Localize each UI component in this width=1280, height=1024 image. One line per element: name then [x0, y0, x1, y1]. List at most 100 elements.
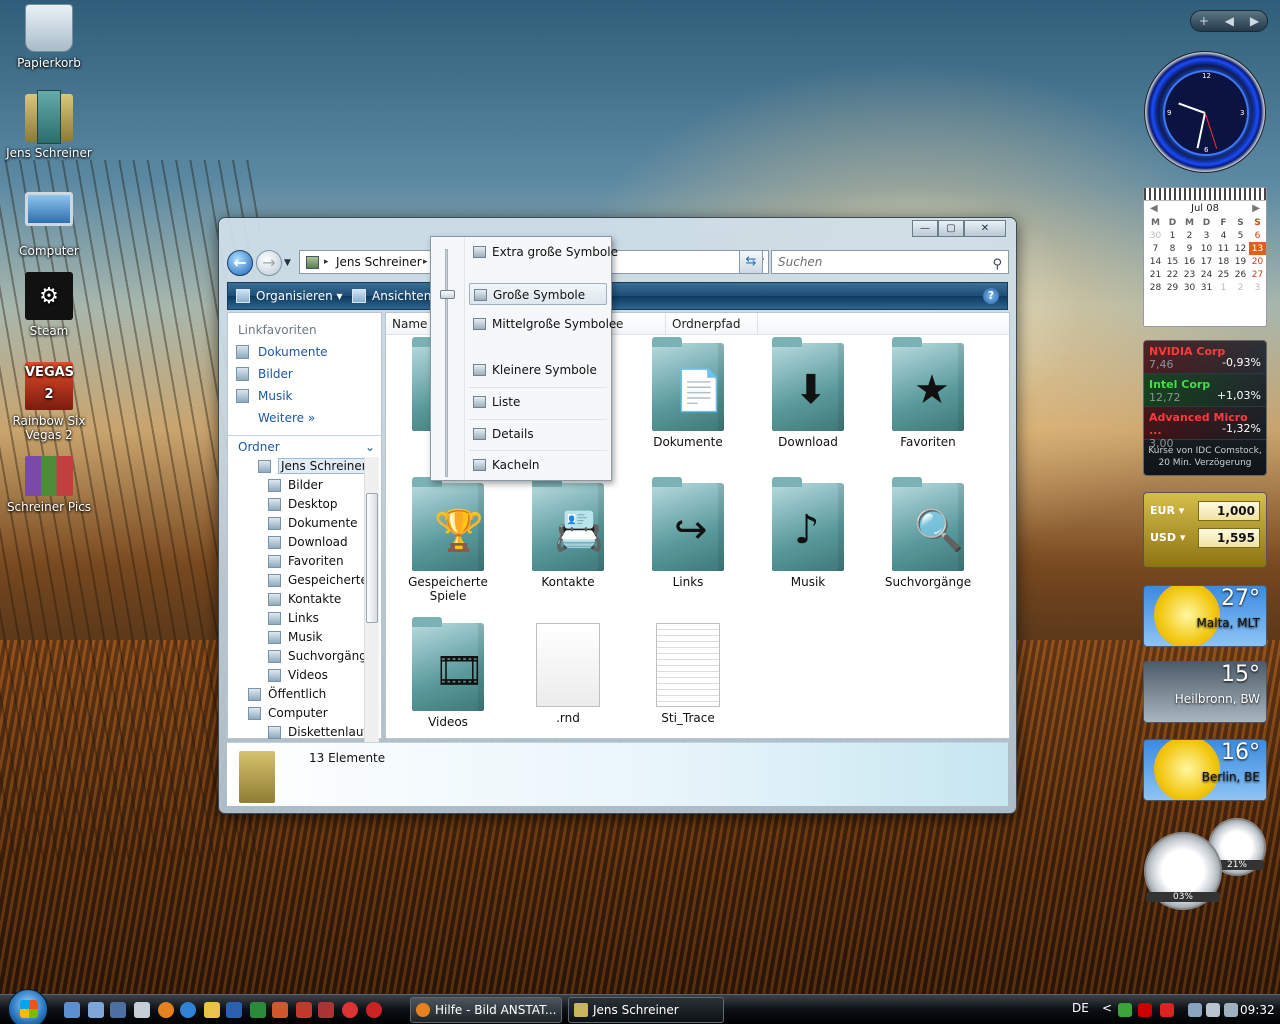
- stock-row[interactable]: NVIDIA Corp 7,46 -0,93%: [1144, 341, 1266, 374]
- calendar-day[interactable]: 19: [1232, 255, 1249, 268]
- calendar-next-button[interactable]: ▶: [1252, 201, 1260, 216]
- system-clock[interactable]: 09:32: [1240, 1003, 1275, 1017]
- tree-scrollbar[interactable]: [364, 457, 379, 747]
- currency-select[interactable]: EUR ▾: [1150, 504, 1184, 517]
- calendar-day[interactable]: 21: [1147, 268, 1164, 281]
- next-page-button[interactable]: ▶: [1250, 14, 1259, 28]
- currency-value[interactable]: 1,595: [1198, 528, 1260, 548]
- taskbar-button-help[interactable]: Hilfe - Bild ANSTAT...: [410, 997, 562, 1023]
- tree-item[interactable]: Suchvorgänge: [228, 647, 381, 666]
- favorite-link-documents[interactable]: Dokumente: [228, 341, 381, 363]
- calendar-day[interactable]: 9: [1181, 242, 1198, 255]
- menu-item-list[interactable]: Liste: [469, 391, 607, 413]
- switch-windows-icon[interactable]: [88, 1002, 104, 1018]
- calendar-day[interactable]: 26: [1232, 268, 1249, 281]
- tree-item[interactable]: Diskettenlaufw: [228, 723, 381, 742]
- calendar-day[interactable]: 10: [1198, 242, 1215, 255]
- weather-gadget-heilbronn[interactable]: 15° Heilbronn, BW: [1143, 661, 1267, 723]
- favorite-link-pictures[interactable]: Bilder: [228, 363, 381, 385]
- back-button[interactable]: ←: [227, 250, 253, 276]
- calendar-day[interactable]: 17: [1198, 255, 1215, 268]
- calendar-day[interactable]: 16: [1181, 255, 1198, 268]
- tree-item[interactable]: Links: [228, 609, 381, 628]
- calendar-day[interactable]: 31: [1198, 281, 1215, 294]
- file-item[interactable]: .rnd: [510, 623, 626, 725]
- internet-explorer-icon[interactable]: [180, 1002, 196, 1018]
- minimize-button[interactable]: —: [912, 220, 938, 237]
- maximize-button[interactable]: ▢: [938, 220, 964, 237]
- calendar-day[interactable]: 22: [1164, 268, 1181, 281]
- calendar-day[interactable]: 7: [1147, 242, 1164, 255]
- desktop-icon-computer[interactable]: Computer: [1, 184, 97, 258]
- calendar-day[interactable]: 24: [1198, 268, 1215, 281]
- calendar-day[interactable]: 1: [1164, 229, 1181, 242]
- stocks-gadget[interactable]: NVIDIA Corp 7,46 -0,93% Intel Corp 12,72 +1,0…: [1143, 340, 1267, 476]
- calendar-day[interactable]: 18: [1215, 255, 1232, 268]
- calendar-gadget[interactable]: ◀ Jul 08 ▶ M D M D F S S 30 1 2 3 4 5 6 7 8 9 10 11 12 13 14 1…: [1143, 187, 1267, 327]
- power-icon[interactable]: [1224, 1003, 1238, 1017]
- file-item[interactable]: 📇 Kontakte: [510, 477, 626, 589]
- calendar-day[interactable]: 29: [1164, 281, 1181, 294]
- menu-item-large-icons[interactable]: Große Symbole: [469, 283, 607, 305]
- clock-gadget[interactable]: 12 3 6 9: [1144, 51, 1266, 173]
- desktop-icon-rainbow-six[interactable]: VEGAS 2 Rainbow Six Vegas 2: [1, 362, 97, 442]
- file-item[interactable]: Sti_Trace: [630, 623, 746, 725]
- mail-icon[interactable]: [204, 1002, 220, 1018]
- view-size-slider[interactable]: [445, 249, 448, 477]
- powerpoint-icon[interactable]: [272, 1002, 288, 1018]
- computer-quicklaunch-icon[interactable]: [110, 1002, 126, 1018]
- breadcrumb-current[interactable]: Jens Schreiner: [336, 255, 422, 269]
- tree-item[interactable]: Videos: [228, 666, 381, 685]
- slider-thumb[interactable]: [440, 290, 455, 299]
- calendar-day[interactable]: 1: [1215, 281, 1232, 294]
- tree-item[interactable]: Kontakte: [228, 590, 381, 609]
- file-item[interactable]: ↪ Links: [630, 477, 746, 589]
- file-item[interactable]: 🔍 Suchvorgänge: [870, 477, 986, 589]
- desktop-icon-user-folder[interactable]: Jens Schreiner: [1, 90, 97, 160]
- folders-header[interactable]: Ordner ⌄: [228, 435, 381, 457]
- taskbar-button-explorer[interactable]: Jens Schreiner: [568, 997, 724, 1023]
- more-links[interactable]: Weitere »: [228, 407, 381, 429]
- views-button[interactable]: Ansichten: [348, 283, 431, 309]
- calendar-day[interactable]: 2: [1181, 229, 1198, 242]
- calendar-day[interactable]: 12: [1232, 242, 1249, 255]
- calendar-day[interactable]: 25: [1215, 268, 1232, 281]
- tree-item[interactable]: Desktop: [228, 495, 381, 514]
- menu-item-small-icons[interactable]: Kleinere Symbole: [469, 359, 607, 381]
- show-hidden-icons-button[interactable]: <: [1102, 1001, 1112, 1015]
- calendar-day[interactable]: 13: [1249, 242, 1266, 255]
- ati-icon[interactable]: [1138, 1003, 1152, 1017]
- forward-button[interactable]: →: [256, 250, 282, 276]
- media-icon[interactable]: [318, 1002, 334, 1018]
- column-folder-path[interactable]: Ordnerpfad: [666, 313, 758, 335]
- scrollbar-thumb[interactable]: [366, 493, 378, 623]
- calendar-day[interactable]: 3: [1249, 281, 1266, 294]
- pdf-icon[interactable]: [296, 1002, 312, 1018]
- menu-item-medium-icons[interactable]: Mittelgroße Symbole: [469, 313, 616, 335]
- volume-icon[interactable]: [1206, 1003, 1220, 1017]
- tree-item[interactable]: Öffentlich: [228, 685, 381, 704]
- favorite-link-music[interactable]: Musik: [228, 385, 381, 407]
- calendar-day[interactable]: 8: [1164, 242, 1181, 255]
- file-item[interactable]: ♪ Musik: [750, 477, 866, 589]
- excel-icon[interactable]: [250, 1002, 266, 1018]
- column-partial[interactable]: e: [610, 313, 666, 335]
- calendar-day[interactable]: 11: [1215, 242, 1232, 255]
- desktop-icon-steam[interactable]: ⚙ Steam: [1, 272, 97, 338]
- calendar-day[interactable]: 15: [1164, 255, 1181, 268]
- file-item[interactable]: ⬇ Download: [750, 337, 866, 449]
- breadcrumb-separator[interactable]: ▸: [324, 251, 329, 273]
- calendar-day[interactable]: 3: [1198, 229, 1215, 242]
- organize-button[interactable]: Organisieren ▾: [232, 283, 343, 309]
- stock-row[interactable]: Advanced Micro ... 3,00 -1,32%: [1144, 407, 1266, 450]
- stock-row[interactable]: Intel Corp 12,72 +1,03%: [1144, 374, 1266, 407]
- desktop-icon-recycle-bin[interactable]: Papierkorb: [1, 4, 97, 70]
- search-icon[interactable]: ⚲: [992, 254, 1002, 276]
- tree-item[interactable]: Jens Schreiner: [228, 457, 381, 476]
- close-button[interactable]: ✕: [964, 220, 1006, 237]
- language-indicator[interactable]: DE: [1072, 1001, 1089, 1015]
- file-item[interactable]: 📄 Dokumente: [630, 337, 746, 449]
- calendar-day[interactable]: 2: [1232, 281, 1249, 294]
- calendar-day[interactable]: 30: [1147, 229, 1164, 242]
- menu-item-tiles[interactable]: Kacheln: [469, 454, 607, 476]
